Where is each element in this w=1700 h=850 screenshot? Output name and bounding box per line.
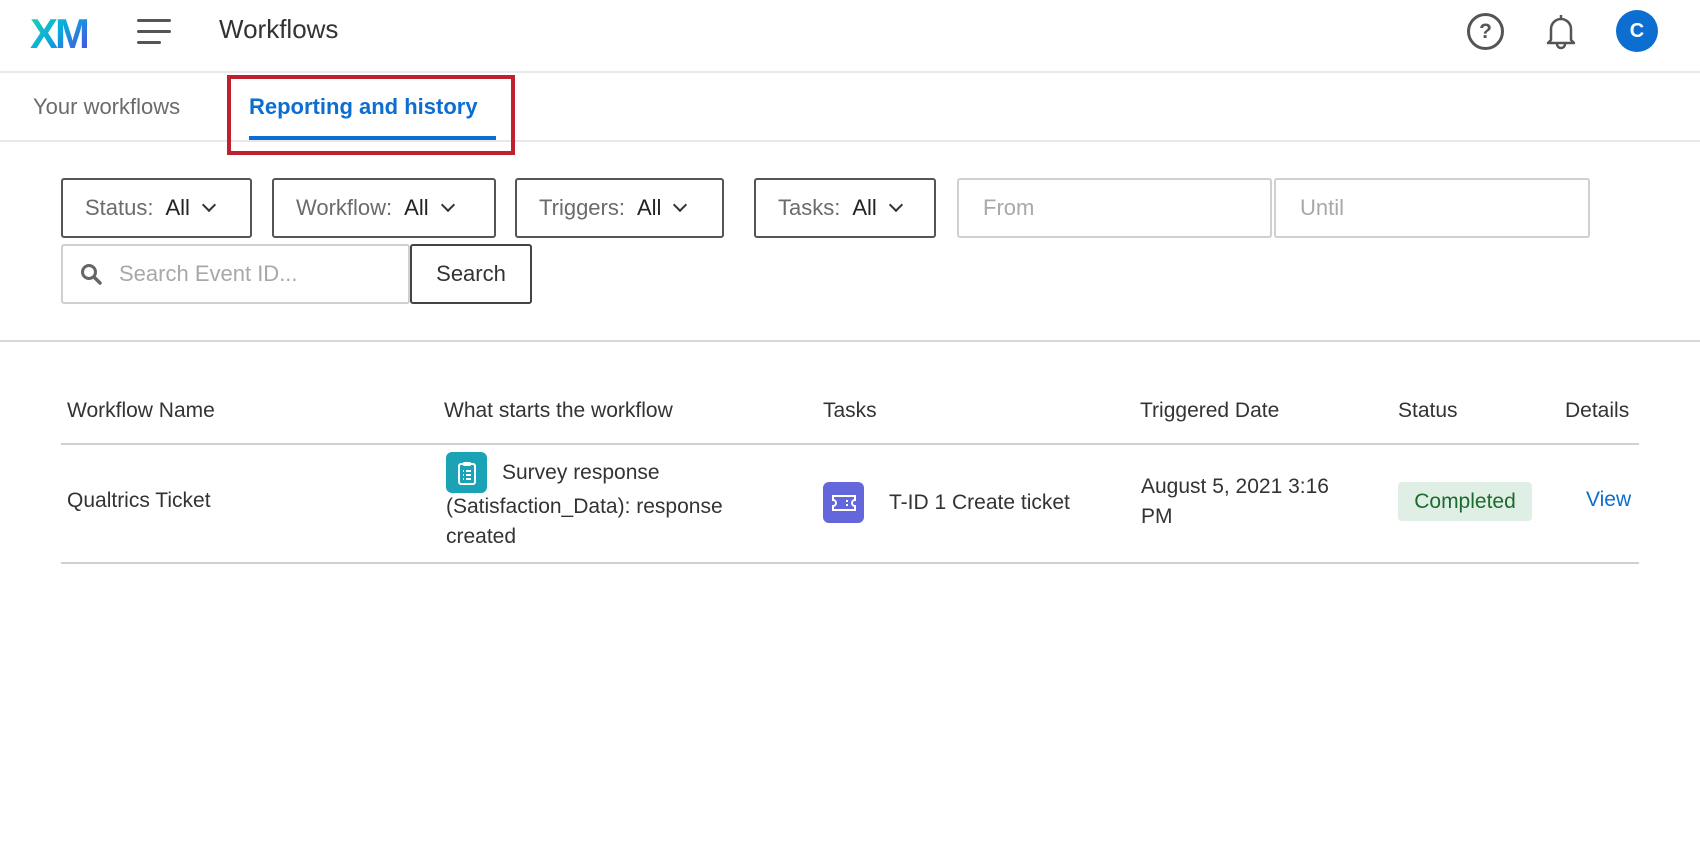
search-event-id-input[interactable]: Search Event ID... [61, 244, 410, 304]
view-details-link[interactable]: View [1586, 488, 1631, 512]
triggers-filter-dropdown[interactable]: Triggers: All [515, 178, 724, 238]
tasks-filter-dropdown[interactable]: Tasks: All [754, 178, 936, 238]
from-date-input[interactable]: From [957, 178, 1272, 238]
status-filter-label: Status: [85, 195, 154, 220]
chevron-down-icon [673, 197, 688, 213]
column-header-workflow-name: Workflow Name [67, 399, 215, 422]
trigger-text-line2: (Satisfaction_Data): response [446, 495, 723, 518]
triggers-filter-label: Triggers: [539, 195, 625, 220]
highlight-box [227, 75, 515, 155]
survey-clipboard-icon [446, 452, 487, 493]
tasks-filter-value: All [852, 195, 877, 220]
page-title: Workflows [219, 14, 339, 44]
xm-logo[interactable]: XM [30, 10, 90, 58]
header-divider [0, 71, 1700, 73]
column-header-tasks: Tasks [823, 399, 877, 422]
ticket-icon [823, 482, 864, 523]
bell-icon[interactable] [1545, 12, 1577, 50]
avatar[interactable]: C [1616, 10, 1658, 52]
help-icon[interactable]: ? [1467, 13, 1504, 50]
column-header-trigger: What starts the workflow [444, 399, 673, 422]
status-filter-dropdown[interactable]: Status: All [61, 178, 252, 238]
tab-your-workflows[interactable]: Your workflows [33, 94, 180, 120]
workflow-filter-value: All [404, 195, 429, 220]
workflow-filter-label: Workflow: [296, 195, 393, 220]
column-header-status: Status [1398, 399, 1458, 422]
task-name: T-ID 1 Create ticket [889, 491, 1070, 514]
workflow-name: Qualtrics Ticket [67, 489, 211, 512]
until-date-input[interactable]: Until [1274, 178, 1590, 238]
search-icon [81, 264, 102, 285]
triggers-filter-value: All [636, 195, 662, 220]
status-filter-value: All [165, 195, 190, 220]
triggered-date-line2: PM [1141, 505, 1173, 528]
column-header-triggered-date: Triggered Date [1140, 399, 1280, 422]
table-header-divider [61, 443, 1639, 445]
column-header-details: Details [1565, 399, 1630, 422]
chevron-down-icon [440, 197, 455, 213]
menu-icon[interactable] [137, 19, 171, 45]
status-badge: Completed [1398, 482, 1532, 521]
chevron-down-icon [201, 197, 217, 213]
workflow-filter-dropdown[interactable]: Workflow: All [272, 178, 496, 238]
section-divider [0, 340, 1700, 342]
tasks-filter-label: Tasks: [778, 195, 841, 220]
table-row-divider [61, 562, 1639, 564]
trigger-text-line3: created [446, 525, 517, 548]
triggered-date-line1: August 5, 2021 3:16 [1141, 475, 1329, 498]
chevron-down-icon [888, 197, 903, 213]
trigger-text-line1: Survey response [502, 461, 660, 484]
search-button[interactable]: Search [410, 244, 532, 304]
